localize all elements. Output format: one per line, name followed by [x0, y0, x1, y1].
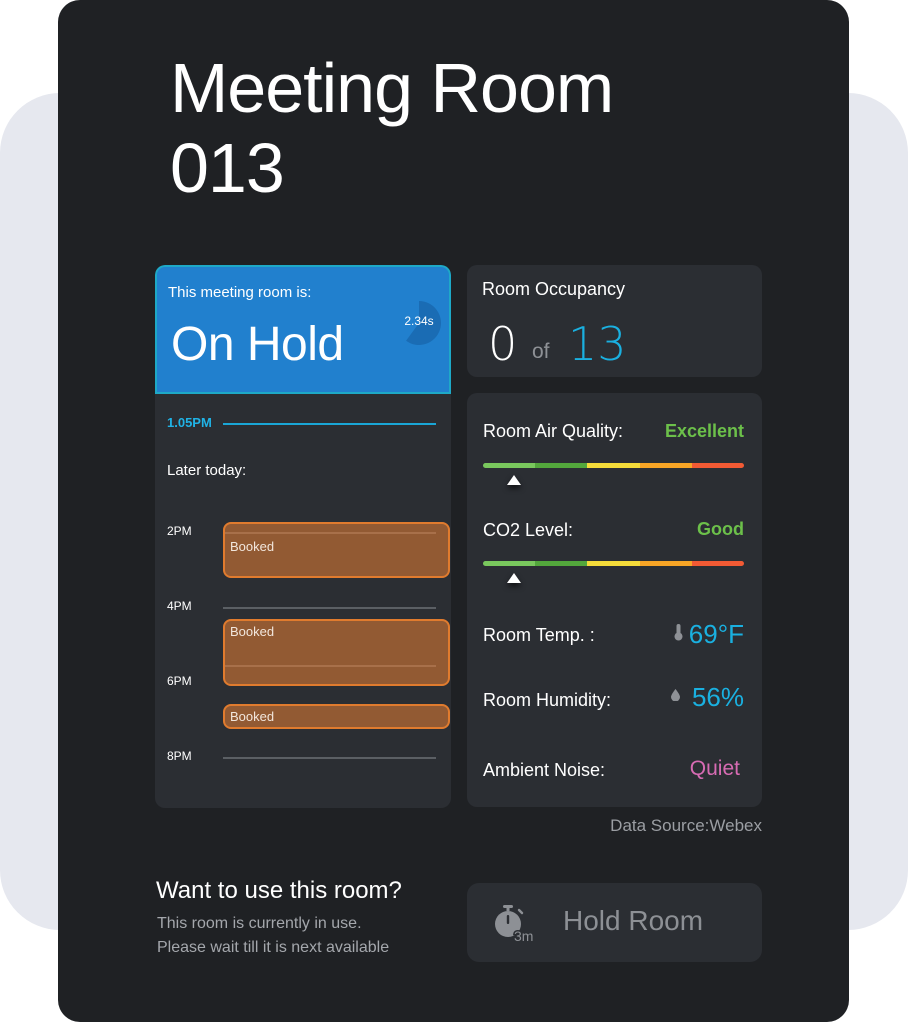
booking-label: Booked — [230, 539, 275, 554]
gauge-segment — [691, 463, 744, 468]
occupancy-capacity: 13 — [568, 317, 627, 371]
hold-timer: 2.34s — [397, 301, 441, 345]
booking-label: Booked — [230, 624, 275, 639]
gauge-segment — [587, 463, 640, 468]
booking-label: Booked — [230, 709, 275, 724]
air-quality-gauge — [483, 463, 744, 468]
hour-label-4pm: 4PM — [167, 599, 192, 613]
occupancy-card: Room Occupancy 0 of 13 — [467, 265, 762, 377]
hour-line-4pm — [223, 607, 436, 609]
hour-label-6pm: 6PM — [167, 674, 192, 688]
gauge-segment — [639, 463, 692, 468]
occupancy-current: 0 — [488, 317, 518, 371]
noise-label: Ambient Noise: — [483, 760, 606, 780]
status-card: This meeting room is: On Hold 2.34s 1.05… — [155, 265, 451, 808]
hour-line-6pm — [225, 665, 436, 667]
co2-value: Good — [697, 519, 744, 539]
gauge-segment — [639, 561, 692, 566]
stopwatch-badge: 3m — [514, 928, 533, 943]
gauge-segment — [535, 463, 588, 468]
temperature-label: Room Temp. : — [483, 625, 595, 645]
gauge-segment — [691, 561, 744, 566]
current-time-label: 1.05PM — [167, 415, 212, 430]
temperature-value: 69°F — [688, 619, 744, 649]
humidity-label: Room Humidity: — [483, 690, 612, 710]
hour-label-2pm: 2PM — [167, 524, 192, 538]
occupancy-title: Room Occupancy — [482, 279, 626, 299]
hold-room-button[interactable]: 3m 3m Hold Room — [467, 883, 762, 962]
environment-card: Room Air Quality: Excellent CO2 Level: G… — [467, 393, 762, 807]
data-source-label: Data Source:Webex — [610, 816, 762, 835]
co2-gauge — [483, 561, 744, 566]
humidity-value: 56% — [691, 682, 744, 712]
booking-block[interactable]: Booked — [223, 522, 450, 578]
room-title: Meeting Room 013 — [170, 48, 770, 208]
droplet-icon — [671, 689, 680, 701]
room-title-number: 013 — [170, 129, 285, 207]
room-title-name: Meeting Room — [170, 49, 614, 127]
hour-label-8pm: 8PM — [167, 749, 192, 763]
status-value: On Hold — [171, 318, 344, 371]
co2-label: CO2 Level: — [483, 520, 574, 540]
booking-block[interactable]: Booked — [223, 704, 450, 729]
hour-line-2pm — [225, 532, 436, 534]
status-header: This meeting room is: On Hold 2.34s — [155, 265, 451, 394]
hold-room-label: Hold Room — [563, 905, 704, 936]
air-quality-value: Excellent — [664, 421, 744, 441]
reserve-info-line2: Please wait till it is next available — [157, 939, 390, 956]
later-today-label: Later today: — [167, 462, 247, 479]
booking-block[interactable]: Booked — [223, 619, 450, 686]
current-time-line — [223, 423, 436, 425]
reserve-info-line1: This room is currently in use. — [157, 915, 362, 932]
gauge-segment — [535, 561, 588, 566]
hour-line-8pm — [223, 757, 436, 759]
status-label: This meeting room is: — [168, 284, 312, 301]
thermometer-icon — [674, 624, 683, 641]
gauge-segment — [587, 561, 640, 566]
gauge-segment — [483, 561, 536, 566]
reserve-title: Want to use this room? — [156, 877, 402, 904]
co2-marker — [507, 573, 522, 583]
air-quality-marker — [507, 475, 522, 485]
air-quality-label: Room Air Quality: — [483, 421, 624, 441]
gauge-segment — [483, 463, 536, 468]
timer-label: 2.34s — [404, 314, 434, 328]
occupancy-of-label: of — [532, 340, 550, 363]
noise-value: Quiet — [689, 757, 740, 780]
stopwatch-icon: 3m 3m — [495, 905, 535, 943]
